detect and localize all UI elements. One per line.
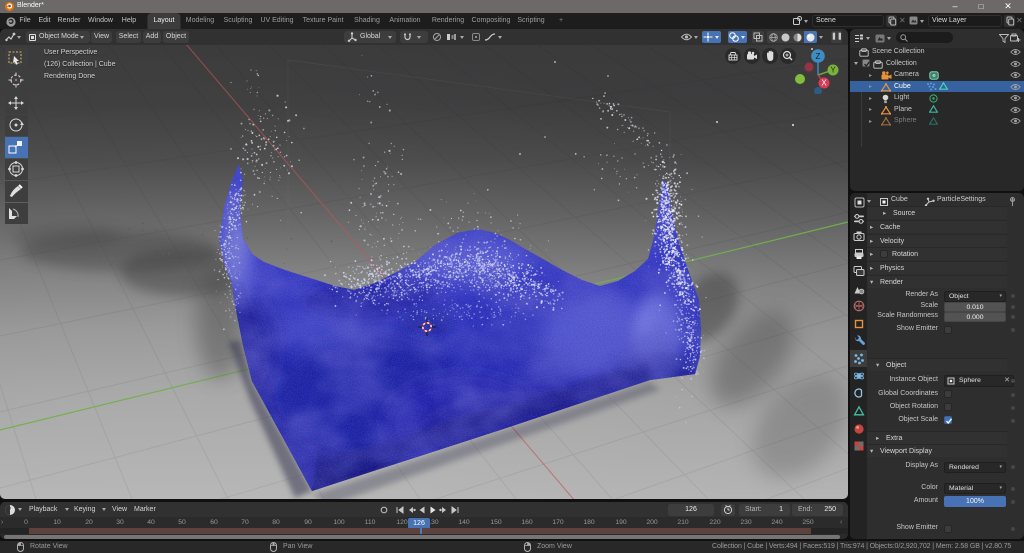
svg-text:Y: Y [830, 66, 836, 75]
svg-text:Z: Z [816, 52, 821, 61]
svg-text:X: X [821, 79, 827, 88]
